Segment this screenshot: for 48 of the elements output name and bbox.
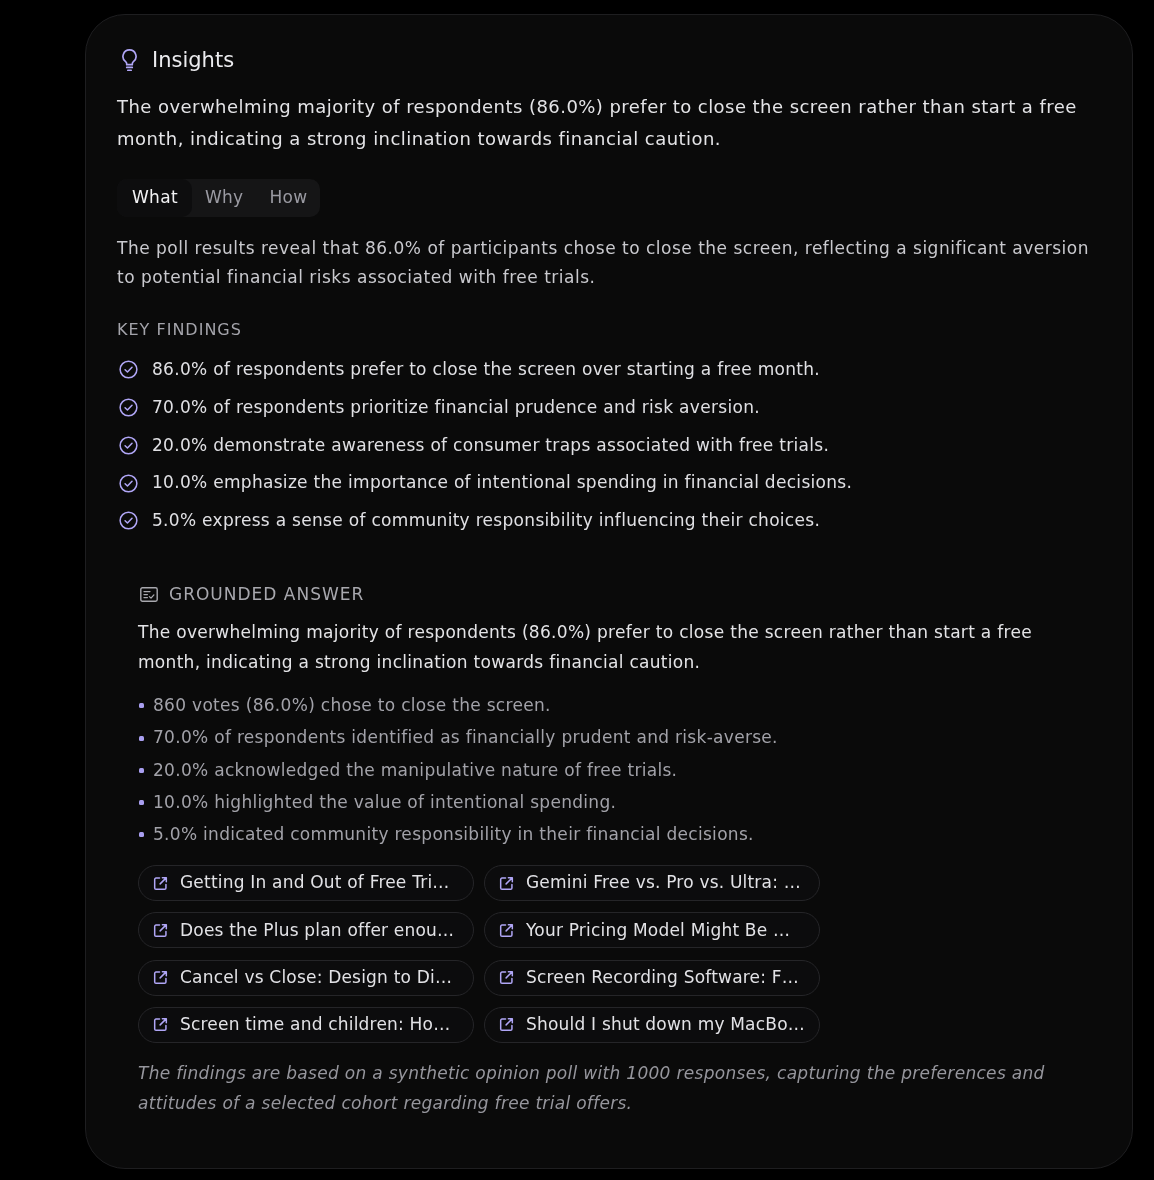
section-heading: GROUNDED ANSWER xyxy=(169,583,365,606)
check-circle-icon xyxy=(119,360,138,380)
finding-text: 86.0% of respondents prefer to close the screen over starting a free month. xyxy=(152,358,821,382)
tab[interactable]: Why xyxy=(191,179,257,217)
source-link[interactable]: Screen Recording Software: F… xyxy=(484,959,820,996)
panel-title: Insights xyxy=(152,47,235,73)
checklist-icon xyxy=(140,587,158,603)
bullet-text: 70.0% of respondents identified as financially prudent and risk-averse. xyxy=(153,726,778,750)
source-link[interactable]: Should I shut down my MacBo… xyxy=(484,1006,820,1043)
finding-text: 5.0% express a sense of community responsibility influencing their choices. xyxy=(152,509,821,533)
finding-text: 20.0% demonstrate awareness of consumer traps associated with free trials. xyxy=(152,433,830,457)
tab[interactable]: How xyxy=(256,179,321,217)
external-link-icon xyxy=(153,970,168,986)
external-link-icon xyxy=(499,875,514,891)
source-link[interactable]: Cancel vs Close: Design to Di… xyxy=(138,959,474,996)
footnote-text: The findings are based on a synthetic opinion poll with 1000 responses, capturing the preferences and attitudes of a selected cohort regarding free trial offers. xyxy=(138,1061,1046,1115)
check-circle-icon xyxy=(119,435,138,455)
source-link[interactable]: Getting In and Out of Free Tri… xyxy=(138,865,474,901)
finding-text: 10.0% emphasize the importance of intentional spending in financial decisions. xyxy=(152,471,853,495)
source-link[interactable]: Your Pricing Model Might Be … xyxy=(484,912,820,949)
lightbulb-icon xyxy=(121,49,138,71)
bullet-icon xyxy=(139,832,144,838)
bullet-text: 10.0% highlighted the value of intentional spending. xyxy=(153,790,617,814)
bullet-text: 5.0% indicated community responsibility in their financial decisions. xyxy=(153,823,754,847)
check-circle-icon xyxy=(119,473,138,493)
external-link-icon xyxy=(153,922,168,938)
external-link-icon xyxy=(153,1017,168,1033)
tab[interactable]: What xyxy=(117,179,192,217)
bullet-icon xyxy=(139,767,144,773)
check-circle-icon xyxy=(119,511,138,531)
finding-text: 70.0% of respondents prioritize financial prudence and risk aversion. xyxy=(152,395,760,419)
summary-text: The overwhelming majority of respondents (86.0%) prefer to close the screen rather than start a free month, indicating a strong inclination towards financial caution. xyxy=(117,95,1078,151)
bullet-text: 20.0% acknowledged the manipulative nature of free trials. xyxy=(153,758,678,782)
tab-content-text: The poll results reveal that 86.0% of participants chose to close the screen, reflecting a significant aversion to potential financial risks associated with free trials. xyxy=(117,237,1090,289)
external-link-icon xyxy=(499,970,514,986)
external-link-icon xyxy=(499,922,514,938)
source-link[interactable]: Gemini Free vs. Pro vs. Ultra: … xyxy=(484,865,820,901)
bullet-icon xyxy=(139,800,144,806)
check-circle-icon xyxy=(119,398,138,418)
answer-text: The overwhelming majority of respondents (86.0%) prefer to close the screen rather than start a free month, indicating a strong inclination towards financial caution. xyxy=(138,620,1033,674)
source-link[interactable]: Does the Plus plan offer enou… xyxy=(138,912,474,949)
bullet-icon xyxy=(139,703,144,709)
external-link-icon xyxy=(153,875,168,891)
bullet-text: 860 votes (86.0%) chose to close the screen. xyxy=(153,694,551,718)
source-link[interactable]: Screen time and children: Ho… xyxy=(138,1006,474,1043)
bullet-icon xyxy=(139,735,144,741)
section-heading: KEY FINDINGS xyxy=(117,320,242,340)
external-link-icon xyxy=(499,1017,514,1033)
